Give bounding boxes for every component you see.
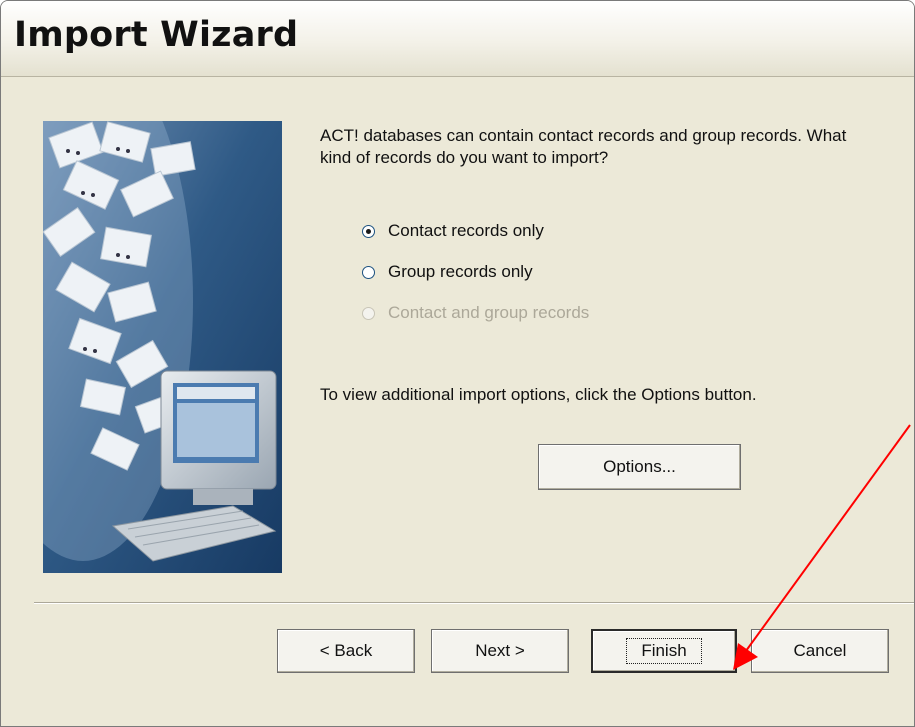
group-records-only-label: Group records only bbox=[388, 262, 533, 281]
cancel-button[interactable]: Cancel bbox=[751, 629, 889, 673]
options-button-label: Options... bbox=[603, 457, 676, 476]
options-button[interactable]: Options... bbox=[538, 444, 741, 490]
next-button[interactable]: Next > bbox=[431, 629, 569, 673]
finish-button-label: Finish bbox=[626, 638, 702, 664]
next-button-label: Next > bbox=[475, 641, 525, 660]
wizard-illustration bbox=[43, 121, 282, 573]
import-wizard-window: Import Wizard ACT! databases can contain… bbox=[0, 0, 915, 727]
wizard-header: Import Wizard bbox=[1, 1, 914, 77]
radio-indicator bbox=[362, 306, 375, 320]
cancel-button-label: Cancel bbox=[793, 641, 847, 660]
intro-text: ACT! databases can contain contact recor… bbox=[320, 126, 847, 167]
contact-records-only-label: Contact records only bbox=[388, 221, 544, 240]
radio-selected-indicator bbox=[362, 224, 375, 238]
back-button-label: < Back bbox=[319, 641, 373, 660]
window-title: Import Wizard bbox=[14, 15, 299, 55]
footer-divider bbox=[34, 602, 914, 604]
cards-computer-image bbox=[43, 121, 282, 573]
finish-button[interactable]: Finish bbox=[591, 629, 737, 673]
contact-and-group-records-label: Contact and group records bbox=[388, 303, 590, 322]
contact-and-group-records-radio: Contact and group records bbox=[362, 301, 662, 325]
back-button[interactable]: < Back bbox=[277, 629, 415, 673]
group-records-only-radio[interactable]: Group records only bbox=[362, 260, 662, 284]
contact-records-only-radio[interactable]: Contact records only bbox=[362, 219, 662, 243]
options-hint-text: To view additional import options, click… bbox=[320, 385, 757, 404]
radio-indicator bbox=[362, 265, 375, 279]
